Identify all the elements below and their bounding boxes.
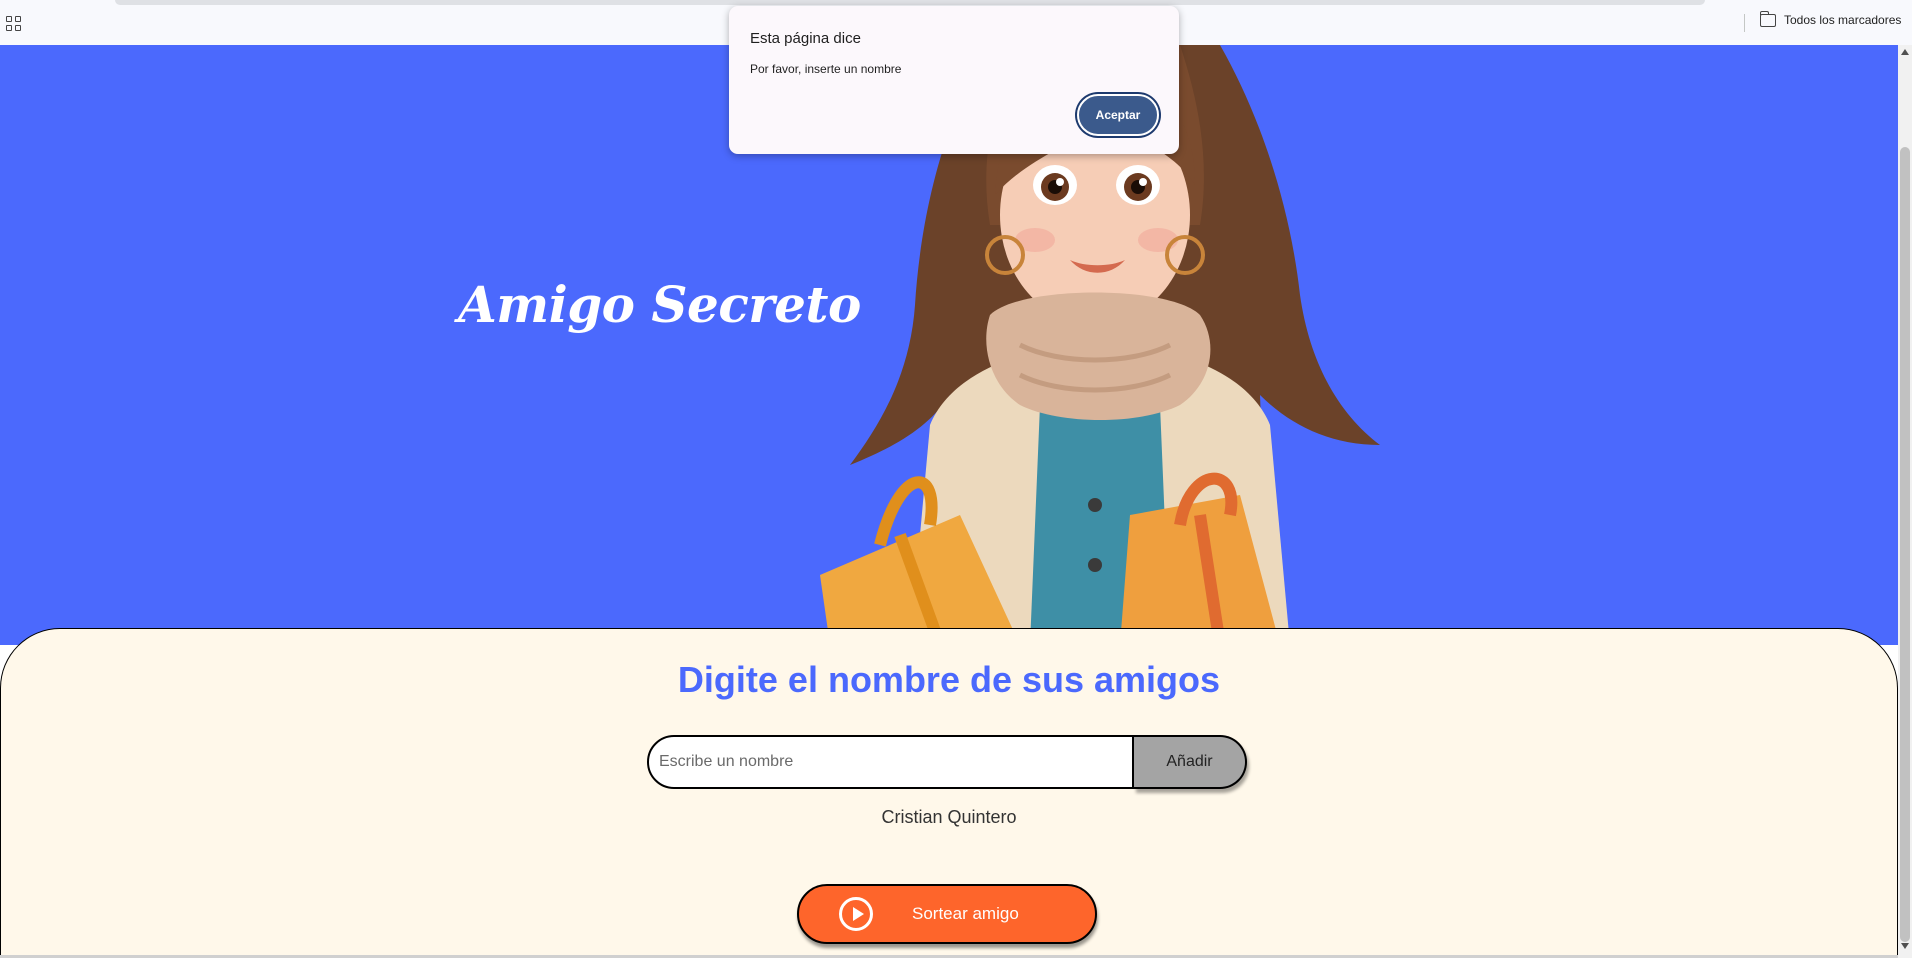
alert-dialog: Esta página dice Por favor, inserte un n… xyxy=(729,6,1179,154)
friends-section: Digite el nombre de sus amigos Añadir Cr… xyxy=(0,628,1898,958)
bookmarks-divider xyxy=(1744,14,1745,32)
add-friend-form: Añadir xyxy=(647,735,1247,789)
list-item: Cristian Quintero xyxy=(881,807,1017,827)
apps-grid-icon[interactable] xyxy=(6,16,21,31)
scroll-up-arrow-icon[interactable] xyxy=(1901,49,1909,55)
vertical-scrollbar[interactable] xyxy=(1898,45,1912,958)
draw-button-label: Sortear amigo xyxy=(912,904,1019,923)
scrollbar-thumb[interactable] xyxy=(1900,147,1910,942)
play-circle-icon xyxy=(839,897,873,931)
omnibox-edge xyxy=(115,0,1705,5)
all-bookmarks-button[interactable]: Todos los marcadores xyxy=(1759,10,1902,27)
all-bookmarks-label: Todos los marcadores xyxy=(1784,13,1902,27)
section-heading: Digite el nombre de sus amigos xyxy=(677,659,1221,700)
alert-accept-button[interactable]: Aceptar xyxy=(1077,94,1159,136)
friend-list: Cristian Quintero xyxy=(1,807,1897,828)
scroll-down-arrow-icon[interactable] xyxy=(1901,943,1909,949)
folder-icon xyxy=(1759,10,1776,27)
page-title: Amigo Secreto xyxy=(458,275,861,334)
name-input[interactable] xyxy=(647,735,1134,789)
alert-message: Por favor, inserte un nombre xyxy=(750,62,902,76)
alert-title: Esta página dice xyxy=(750,30,861,47)
add-button[interactable]: Añadir xyxy=(1134,735,1247,789)
draw-friend-button[interactable]: Sortear amigo xyxy=(797,884,1097,944)
